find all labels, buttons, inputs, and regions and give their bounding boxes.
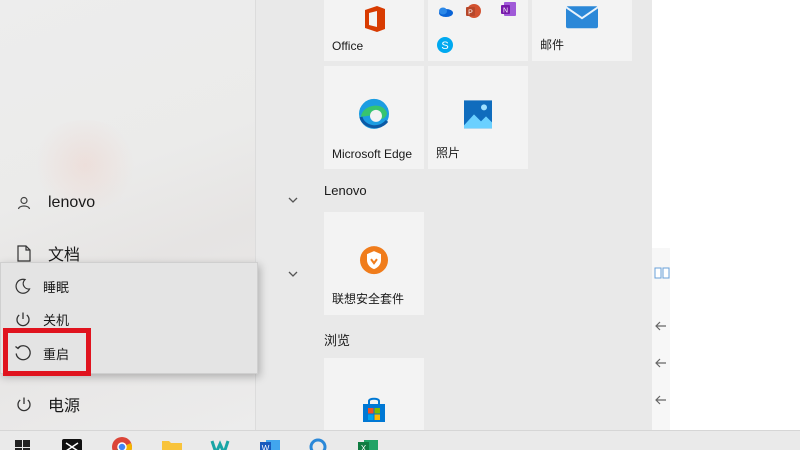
- excel-icon[interactable]: X: [356, 435, 380, 450]
- skype-icon: S: [437, 37, 453, 53]
- sleep-label: 睡眠: [43, 279, 70, 295]
- chevron-down-icon[interactable]: [284, 193, 302, 207]
- windows-start-icon[interactable]: [12, 435, 36, 450]
- chrome-icon[interactable]: [110, 435, 134, 450]
- restart-highlight-box: [3, 328, 91, 376]
- wps-icon[interactable]: [210, 435, 234, 450]
- svg-text:N: N: [503, 8, 508, 15]
- svg-text:X: X: [361, 444, 367, 450]
- lenovo-security-shield-icon: [360, 245, 388, 274]
- user-account[interactable]: lenovo: [0, 185, 256, 221]
- sleep-option[interactable]: 睡眠: [1, 270, 257, 302]
- user-name: lenovo: [48, 194, 96, 211]
- onenote-icon: N: [501, 2, 516, 16]
- start-menu-tiles-pane: [256, 0, 652, 430]
- tile-lenovo-security[interactable]: 联想安全套件: [324, 212, 424, 315]
- window-thumbnail-icon: [654, 267, 670, 279]
- photos-icon: [464, 99, 492, 128]
- svg-text:P: P: [468, 10, 473, 17]
- tile-microsoft-edge[interactable]: Microsoft Edge: [324, 66, 424, 169]
- svg-text:S: S: [441, 40, 448, 52]
- power-icon: [13, 309, 33, 329]
- arrow-left-icon[interactable]: [654, 320, 668, 332]
- mail-icon: [565, 5, 599, 28]
- power-button[interactable]: 电源: [0, 386, 256, 422]
- svg-text:W: W: [262, 444, 270, 450]
- power-label: 电源: [48, 398, 81, 415]
- tile-photos[interactable]: 照片: [428, 66, 528, 169]
- taskbar: W X: [0, 430, 800, 450]
- tile-label: 照片: [436, 146, 461, 160]
- section-label-browse[interactable]: 浏览: [324, 330, 350, 349]
- msn-feed-icon[interactable]: [60, 435, 84, 450]
- tile-label: 邮件: [540, 38, 565, 52]
- arrow-left-icon[interactable]: [654, 357, 668, 369]
- tile-microsoft-store[interactable]: [324, 358, 424, 438]
- chevron-down-icon[interactable]: [284, 267, 302, 281]
- office-icon: [365, 5, 385, 32]
- file-explorer-icon[interactable]: [160, 435, 184, 450]
- tile-label: 联想安全套件: [332, 292, 405, 306]
- moon-icon: [13, 276, 33, 296]
- word-icon[interactable]: W: [258, 435, 282, 450]
- section-label-lenovo[interactable]: Lenovo: [324, 183, 367, 198]
- store-icon: [363, 397, 385, 422]
- edge-icon: [359, 98, 389, 129]
- powerpoint-icon: P: [466, 4, 481, 18]
- document-icon: [14, 243, 34, 263]
- tile-office-apps-group[interactable]: P N S: [428, 0, 528, 61]
- tile-office[interactable]: Office: [324, 0, 424, 61]
- power-icon: [14, 394, 34, 414]
- tile-mail[interactable]: 邮件: [532, 0, 632, 61]
- shutdown-label: 关机: [43, 312, 70, 328]
- search-icon[interactable]: [306, 435, 330, 450]
- arrow-left-icon[interactable]: [654, 394, 668, 406]
- onedrive-icon: [439, 7, 453, 17]
- user-icon: [14, 193, 34, 213]
- tile-label: Microsoft Edge: [332, 147, 413, 161]
- tile-label: Office: [332, 39, 364, 53]
